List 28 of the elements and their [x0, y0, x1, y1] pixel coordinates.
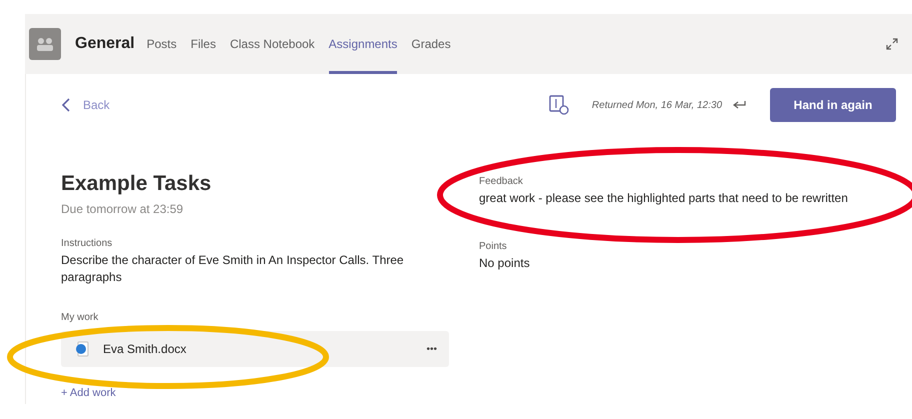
- returned-status: Returned Mon, 16 Mar, 12:30: [592, 100, 722, 110]
- word-document-icon: [75, 341, 89, 357]
- expand-icon[interactable]: [886, 38, 898, 50]
- due-date: Due tomorrow at 23:59: [61, 202, 184, 216]
- feedback-text: great work - please see the highlighted parts that need to be rewritten: [479, 190, 848, 207]
- channel-tab[interactable]: Grades: [411, 14, 451, 74]
- return-arrow-icon: [732, 100, 746, 110]
- immersive-reader-icon[interactable]: [548, 94, 570, 116]
- channel-tab[interactable]: Posts: [146, 14, 177, 74]
- team-name: General: [75, 35, 135, 53]
- feedback-label: Feedback: [479, 176, 524, 187]
- section-label: My work: [61, 312, 100, 323]
- channel-tab[interactable]: Files: [190, 14, 216, 74]
- points-value: No points: [479, 255, 531, 272]
- points-label: Points: [479, 241, 508, 252]
- channel-tab[interactable]: Assignments: [328, 14, 398, 74]
- file-name: Eva Smith.docx: [103, 342, 186, 356]
- team-icon: [29, 28, 61, 60]
- more-options-button[interactable]: •••: [426, 344, 437, 354]
- add-work-link[interactable]: + Add work: [61, 387, 116, 399]
- section-label: Instructions: [61, 238, 114, 249]
- chevron-left-icon: [61, 98, 71, 112]
- assignment-title: Example Tasks: [61, 172, 212, 196]
- channel-tab[interactable]: Class Notebook: [230, 14, 315, 74]
- hand-in-again-button[interactable]: Hand in again: [770, 88, 896, 122]
- file-item[interactable]: Eva Smith.docx •••: [61, 331, 449, 367]
- instructions-text: Describe the character of Eve Smith in An Inspector Calls. Three paragraphs: [61, 252, 405, 286]
- back-link[interactable]: Back: [61, 98, 110, 112]
